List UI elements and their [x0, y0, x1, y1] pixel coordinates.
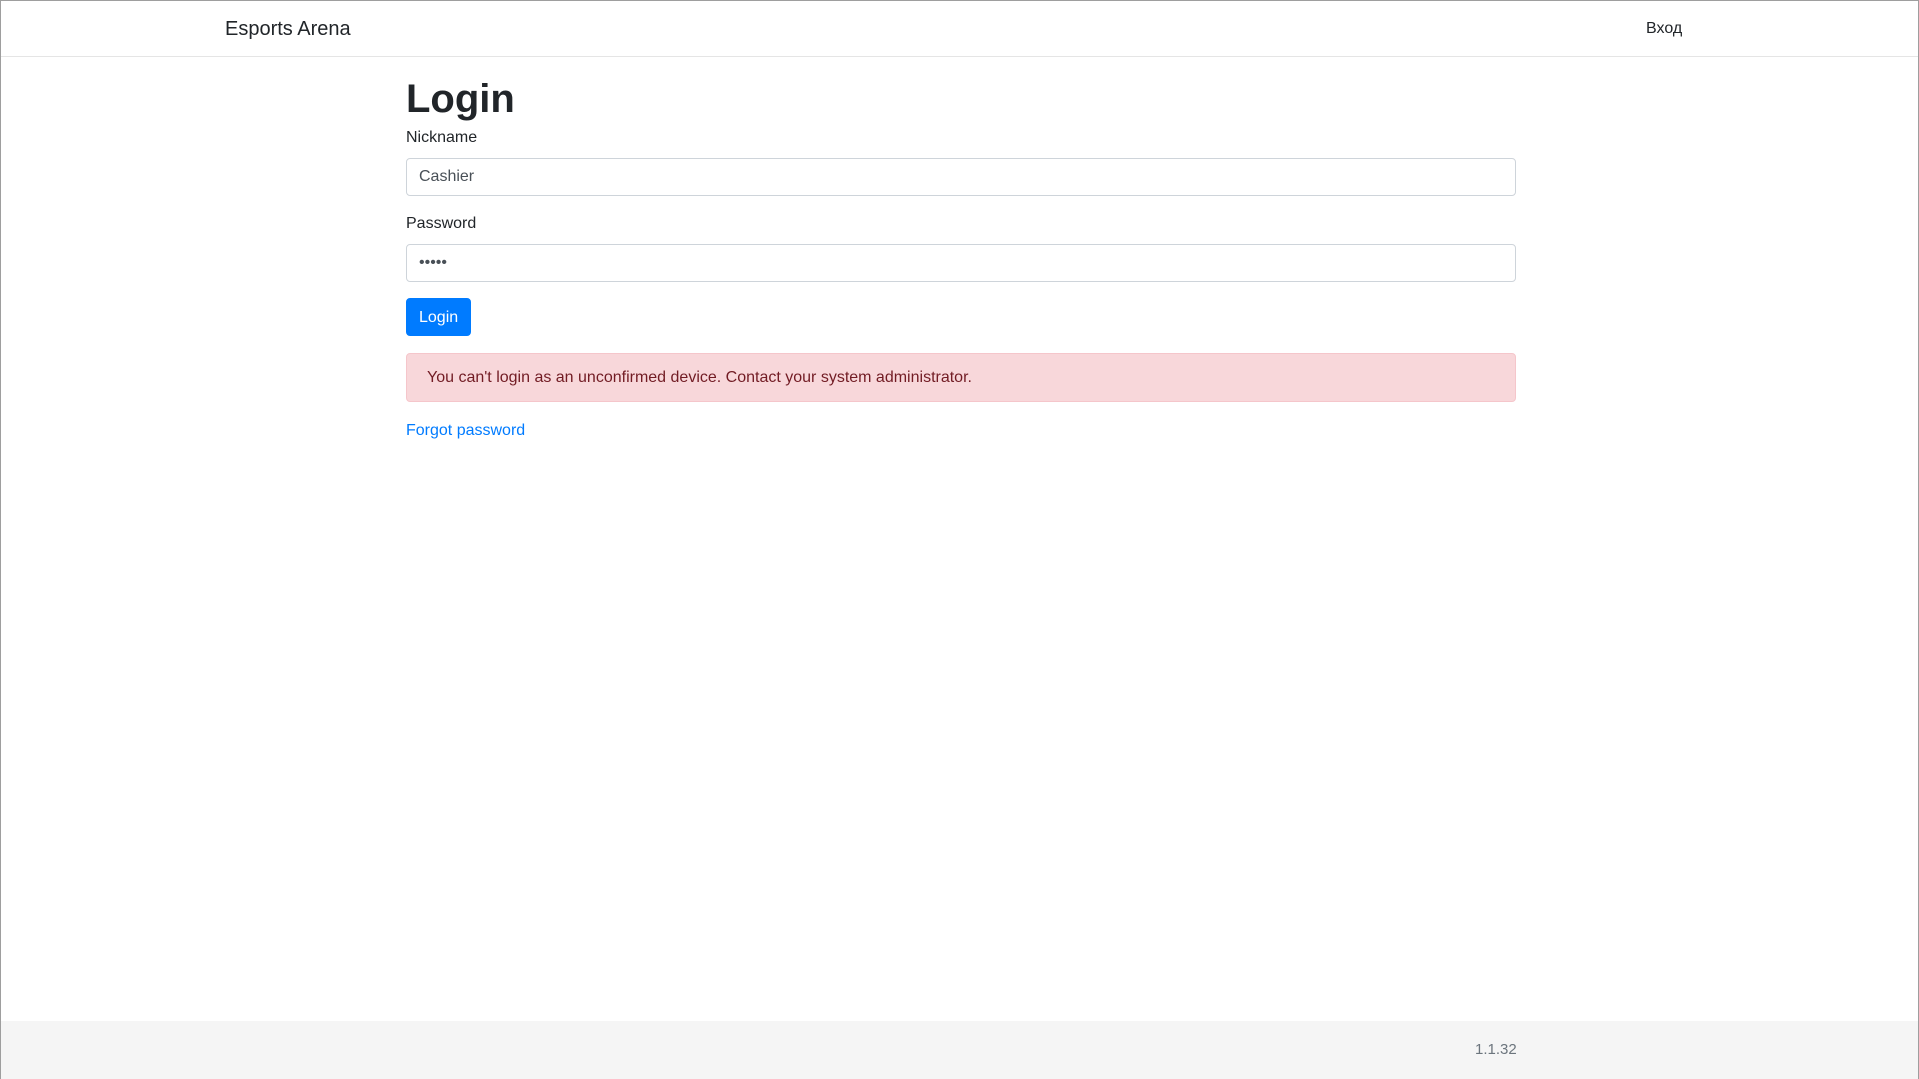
brand-link[interactable]: Esports Arena — [225, 17, 351, 41]
password-group: Password — [406, 214, 1516, 282]
login-container: Login Nickname Password Login You can't … — [406, 73, 1516, 441]
nickname-label: Nickname — [406, 129, 478, 146]
forgot-password-link[interactable]: Forgot password — [406, 421, 525, 441]
error-alert: You can't login as an unconfirmed device… — [406, 353, 1516, 402]
top-navbar: Esports Arena Вход — [1, 1, 1918, 57]
password-input[interactable] — [406, 244, 1516, 282]
nav-login-link[interactable]: Вход — [1646, 19, 1682, 39]
nickname-group: Nickname — [406, 128, 1516, 196]
app-window: Esports Arena Вход Login Nickname Passwo… — [0, 0, 1919, 1079]
version-label: 1.1.32 — [1475, 1041, 1517, 1058]
login-button[interactable]: Login — [406, 298, 472, 336]
footer: 1.1.32 — [1, 1021, 1918, 1079]
login-form: Nickname Password Login — [406, 128, 1516, 336]
password-label: Password — [406, 215, 477, 232]
nickname-input[interactable] — [406, 158, 1516, 196]
error-alert-text: You can't login as an unconfirmed device… — [427, 369, 972, 386]
page-title: Login — [406, 77, 515, 121]
